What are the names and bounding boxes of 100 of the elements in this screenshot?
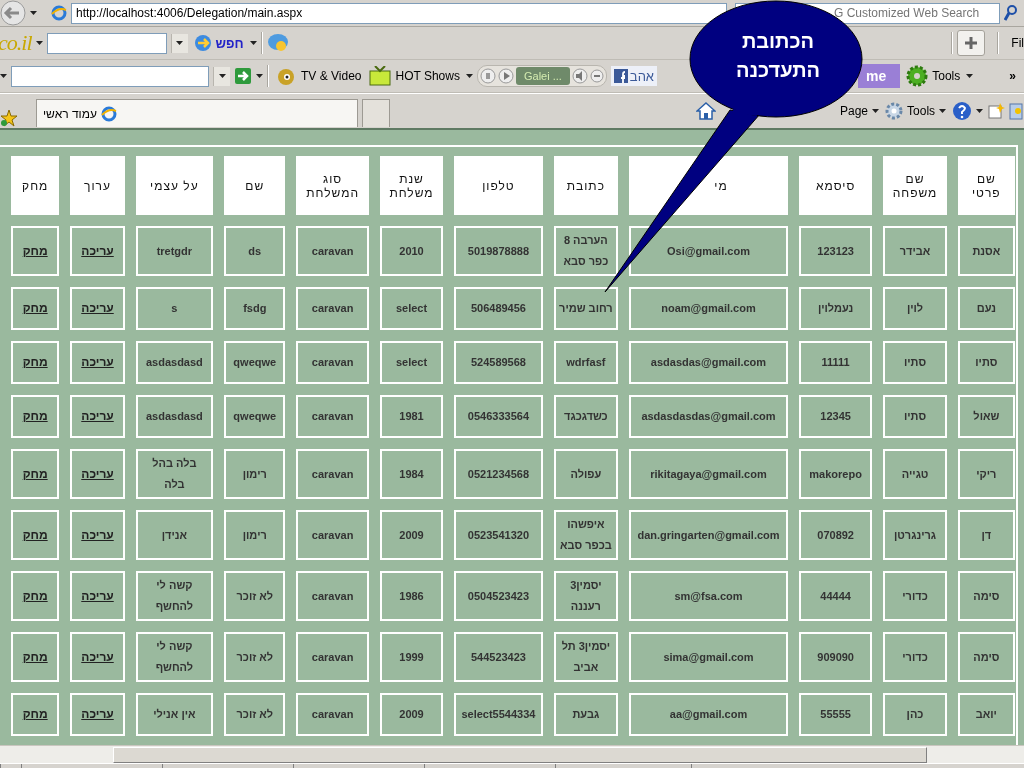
delete-link[interactable]: מחק	[22, 409, 48, 423]
table-cell: asdasdas@gmail.com	[629, 341, 788, 384]
address-field[interactable]: http://localhost:4006/Delegation/main.aspx	[71, 2, 727, 24]
toolbar-button[interactable]: HOT Shows	[367, 64, 462, 88]
column-header: שם משפחה	[883, 156, 947, 215]
table-cell: 2009	[379, 693, 444, 736]
edit-link[interactable]: עריכה	[81, 707, 114, 721]
table-cell: select	[379, 287, 444, 330]
table-cell: כדורי	[883, 571, 947, 621]
table-cell: tretgdr	[135, 226, 214, 276]
table-cell: caravan	[296, 571, 369, 621]
table-cell: Osi@gmail.com	[629, 226, 788, 276]
table-cell: dan.gringarten@gmail.com	[629, 510, 788, 560]
table-cell: wdrfasf	[553, 341, 619, 384]
delete-link[interactable]: מחק	[22, 649, 48, 664]
table-cell: 524589568	[454, 341, 543, 384]
table-cell: caravan	[296, 341, 369, 384]
edit-link[interactable]: עריכה	[81, 243, 114, 258]
table-cell: 506489456	[454, 287, 543, 330]
table-cell: 1984	[379, 449, 444, 499]
table-cell: asdasdasdas@gmail.com	[629, 395, 788, 438]
edit-link[interactable]: עריכה	[81, 301, 114, 315]
table-cell: sm@fsa.com	[629, 571, 788, 621]
table-cell: aa@gmail.com	[629, 693, 788, 736]
table-cell: כשדגכגד	[553, 395, 619, 438]
column-header: מחק	[11, 156, 60, 215]
table-cell: טגייה	[883, 449, 947, 499]
table-cell: 123123	[798, 226, 873, 276]
edit-link[interactable]: עריכה	[81, 649, 114, 664]
edit-link[interactable]: עריכה	[81, 527, 114, 542]
table-cell: רימון	[224, 449, 286, 499]
column-header: כתובת	[553, 156, 619, 215]
table-cell: 909090	[798, 632, 873, 682]
table-cell: דן	[957, 510, 1015, 560]
delete-link[interactable]: מחק	[22, 588, 48, 603]
table-cell: 1981	[379, 395, 444, 438]
table-cell: caravan	[296, 395, 369, 438]
table-cell: סתיו	[957, 341, 1015, 384]
table-cell: caravan	[296, 693, 369, 736]
column-header: סוג המשלחת	[296, 156, 369, 215]
table-cell: 11111	[798, 341, 873, 384]
table-cell: יואב	[957, 693, 1015, 736]
search-button[interactable]: חפש	[191, 31, 246, 55]
edit-link[interactable]: עריכה	[81, 409, 114, 423]
menu-label[interactable]: Fil	[1011, 36, 1024, 50]
edit-link[interactable]: עריכה	[81, 355, 114, 369]
table-cell: 2010	[379, 226, 444, 276]
toolbar-button[interactable]: TV & Video	[273, 64, 364, 88]
column-header: שם פרטי	[957, 156, 1015, 215]
table-cell: asdasdasd	[135, 341, 214, 384]
table-cell: caravan	[296, 632, 369, 682]
edit-link[interactable]: עריכה	[81, 588, 114, 603]
table-cell: רימון	[224, 510, 286, 560]
table-cell: יסמין3 תל אביב	[553, 632, 619, 682]
column-header: שנת משלחת	[379, 156, 444, 215]
table-cell: בלה בהל בלה	[135, 449, 214, 499]
table-cell: 44444	[798, 571, 873, 621]
table-cell: עפולה	[553, 449, 619, 499]
table-cell: לא זוכר	[224, 632, 286, 682]
table-cell: לא זוכר	[224, 693, 286, 736]
table-cell: קשה לי להחשף	[135, 571, 214, 621]
table-cell: איפשהו בכפר סבא	[553, 510, 619, 560]
table-cell: asdasdasd	[135, 395, 214, 438]
table-cell: גרינגרטן	[883, 510, 947, 560]
delete-link[interactable]: מחק	[22, 243, 48, 258]
delete-link[interactable]: מחק	[22, 301, 48, 315]
table-cell: select	[379, 341, 444, 384]
chevron-button[interactable]: »	[1009, 69, 1016, 83]
table-cell: 070892	[798, 510, 873, 560]
table-cell: qweqwe	[224, 341, 286, 384]
table-cell: 12345	[798, 395, 873, 438]
table-cell: גבעת	[553, 693, 619, 736]
table-cell: sima@gmail.com	[629, 632, 788, 682]
table-cell: 0523541320	[454, 510, 543, 560]
table-cell: 1986	[379, 571, 444, 621]
command-button[interactable]: Page	[838, 98, 882, 123]
table-cell: סימה	[957, 571, 1015, 621]
browser-tab[interactable]: עמוד ראשי	[36, 99, 358, 127]
table-cell: caravan	[296, 449, 369, 499]
table-cell: קשה לי להחשף	[135, 632, 214, 682]
table-cell: 0521234568	[454, 449, 543, 499]
edit-link[interactable]: עריכה	[81, 466, 114, 481]
table-cell: כדורי	[883, 632, 947, 682]
command-button[interactable]: Tools	[883, 98, 949, 123]
table-cell: סתיו	[883, 395, 947, 438]
table-cell: נעם	[957, 287, 1015, 330]
table-cell: אבידר	[883, 226, 947, 276]
facebook-button[interactable]: אהב	[610, 66, 658, 86]
table-cell: לוין	[883, 287, 947, 330]
table-cell: 2009	[379, 510, 444, 560]
table-cell: הערבה 8 כפר סבא	[553, 226, 619, 276]
tools-button[interactable]: Tools	[904, 64, 963, 88]
delete-link[interactable]: מחק	[22, 707, 48, 721]
delete-link[interactable]: מחק	[22, 527, 48, 542]
table-cell: makorepo	[798, 449, 873, 499]
column-header: ערוך	[70, 156, 125, 215]
table-cell: נעמלוין	[798, 287, 873, 330]
delete-link[interactable]: מחק	[22, 466, 48, 481]
table-cell: סימה	[957, 632, 1015, 682]
delete-link[interactable]: מחק	[22, 355, 48, 369]
